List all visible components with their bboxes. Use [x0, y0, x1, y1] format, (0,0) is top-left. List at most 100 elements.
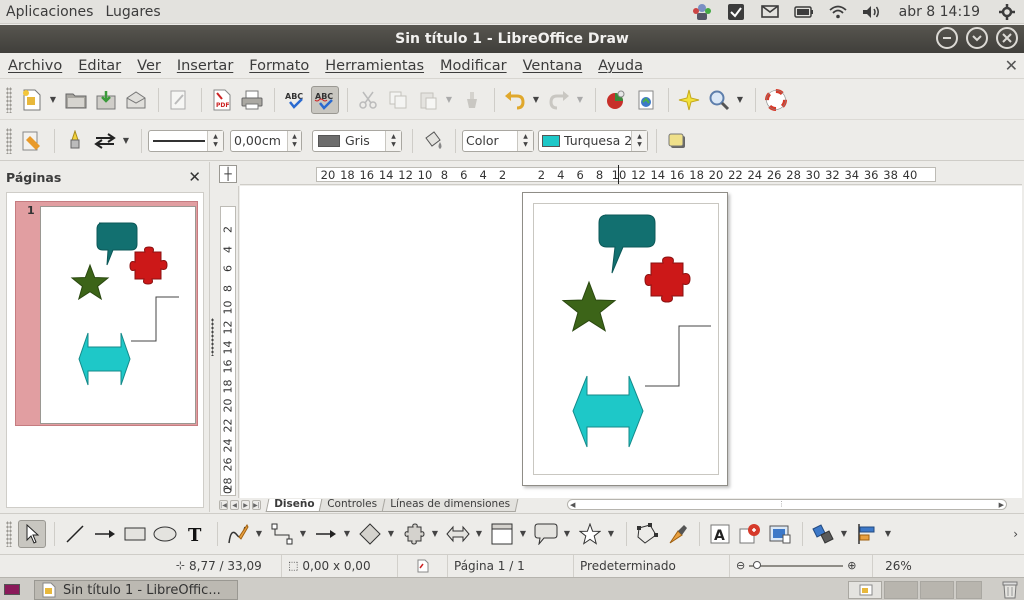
wifi-icon[interactable]: [821, 0, 855, 24]
close-document-icon[interactable]: ✕: [1005, 56, 1018, 75]
double-arrow-shape[interactable]: [572, 375, 644, 448]
puzzle-piece-shape[interactable]: [644, 256, 691, 303]
lines-arrows-tool-icon[interactable]: [312, 520, 340, 548]
open-folder-icon[interactable]: [62, 86, 90, 114]
tab-prev-icon[interactable]: ◀: [230, 500, 239, 510]
arrow-style-icon[interactable]: [91, 127, 119, 155]
tab-last-icon[interactable]: ▶|: [252, 500, 261, 510]
curve-dropdown[interactable]: ▼: [254, 520, 264, 548]
tab-next-icon[interactable]: ▶: [241, 500, 250, 510]
curve-tool-icon[interactable]: [224, 520, 252, 548]
toolbar-overflow-icon[interactable]: ›: [1013, 527, 1018, 541]
line-tool-icon[interactable]: [61, 520, 89, 548]
volume-icon[interactable]: [855, 0, 889, 24]
redo-dropdown[interactable]: ▼: [575, 86, 585, 114]
menu-insertar[interactable]: Insertar: [169, 58, 241, 74]
glue-points-icon[interactable]: [663, 520, 691, 548]
email-icon[interactable]: [122, 86, 150, 114]
help-lifebuoy-icon[interactable]: [762, 86, 790, 114]
connector-tool-icon[interactable]: [268, 520, 296, 548]
copy-icon[interactable]: [384, 86, 412, 114]
symbol-shapes-dropdown[interactable]: ▼: [430, 520, 440, 548]
maximize-button[interactable]: [966, 27, 988, 49]
styles-formatting-icon[interactable]: [18, 127, 46, 155]
tab-first-icon[interactable]: |◀: [219, 500, 228, 510]
redo-icon[interactable]: [545, 86, 573, 114]
star-shape[interactable]: [561, 280, 617, 332]
panel-resize-handle[interactable]: [211, 318, 214, 356]
effects-dropdown[interactable]: ▼: [839, 520, 849, 548]
block-arrows-icon[interactable]: [444, 520, 472, 548]
basic-shapes-dropdown[interactable]: ▼: [386, 520, 396, 548]
clone-formatting-icon[interactable]: [458, 86, 486, 114]
zoom-in-icon[interactable]: ⊕: [847, 559, 856, 572]
callout-shape[interactable]: [598, 214, 656, 274]
menu-ventana[interactable]: Ventana: [515, 58, 591, 74]
page-thumbnail[interactable]: [40, 206, 196, 424]
gallery-star-icon[interactable]: [675, 86, 703, 114]
menu-herramientas[interactable]: Herramientas: [317, 58, 432, 74]
connector-dropdown[interactable]: ▼: [298, 520, 308, 548]
line-width-field[interactable]: 0,00cm ▲ ▼: [230, 129, 302, 152]
align-icon[interactable]: [853, 520, 881, 548]
people-indicator-icon[interactable]: [685, 0, 719, 24]
show-desktop-icon[interactable]: [4, 584, 20, 595]
zoom-value[interactable]: 26%: [872, 554, 924, 577]
zoom-icon[interactable]: [705, 86, 733, 114]
fontwork-icon[interactable]: A: [706, 520, 734, 548]
line-color-combo[interactable]: Gris ▲ ▼: [312, 129, 402, 152]
toolbar-grip[interactable]: [6, 520, 12, 547]
workspace-3[interactable]: [920, 581, 954, 599]
flowchart-dropdown[interactable]: ▼: [518, 520, 528, 548]
auto-spellcheck-icon[interactable]: ABC: [311, 85, 339, 114]
print-icon[interactable]: [238, 86, 266, 114]
horizontal-scrollbar[interactable]: ◀ ⋮ ▶: [567, 499, 1007, 510]
edit-file-icon[interactable]: [165, 86, 193, 114]
menu-archivo[interactable]: Archivo: [0, 58, 70, 74]
insert-image-icon[interactable]: [632, 86, 660, 114]
new-document-dropdown[interactable]: ▼: [48, 86, 58, 114]
zoom-slider[interactable]: ⊖ ⊕: [730, 555, 872, 577]
connector-line[interactable]: [645, 325, 711, 387]
workspace-4[interactable]: [956, 581, 982, 599]
tab-controles[interactable]: Controles: [318, 498, 386, 512]
line-icon[interactable]: [61, 127, 89, 155]
cut-icon[interactable]: [354, 86, 382, 114]
points-edit-icon[interactable]: [633, 520, 661, 548]
paste-icon[interactable]: [414, 86, 442, 114]
document-modified-icon[interactable]: [398, 554, 448, 577]
area-color-combo[interactable]: Turquesa 2 ▲ ▼: [538, 129, 648, 152]
stars-dropdown[interactable]: ▼: [606, 520, 616, 548]
stars-icon[interactable]: [576, 520, 604, 548]
tab-diseno[interactable]: Diseño: [265, 498, 323, 512]
save-icon[interactable]: [92, 86, 120, 114]
gallery-tool-icon[interactable]: [766, 520, 794, 548]
menu-formato[interactable]: Formato: [241, 58, 317, 74]
layout-indicator[interactable]: Predeterminado: [574, 554, 730, 577]
menu-modificar[interactable]: Modificar: [432, 58, 515, 74]
area-fill-icon[interactable]: [419, 127, 447, 155]
menu-ayuda[interactable]: Ayuda: [590, 58, 651, 74]
line-style-combo[interactable]: ▲ ▼: [148, 129, 224, 152]
text-tool-icon[interactable]: T: [181, 520, 209, 548]
drawing-page[interactable]: [522, 192, 728, 486]
minimize-button[interactable]: [936, 27, 958, 49]
places-menu[interactable]: Lugares: [99, 4, 166, 20]
chart-icon[interactable]: [602, 86, 630, 114]
toolbar-grip[interactable]: [6, 127, 12, 154]
zoom-out-icon[interactable]: ⊖: [736, 559, 745, 572]
zoom-slider-thumb[interactable]: [753, 560, 762, 569]
spellcheck-icon[interactable]: ABC: [281, 86, 309, 114]
taskbar-window-item[interactable]: Sin título 1 - LibreOffic...: [34, 580, 238, 600]
page-list[interactable]: 1: [6, 192, 204, 508]
power-gear-icon[interactable]: [990, 0, 1024, 24]
callouts-icon[interactable]: [532, 520, 560, 548]
paste-dropdown[interactable]: ▼: [444, 86, 454, 114]
shadow-icon[interactable]: [663, 127, 691, 155]
effects-icon[interactable]: [809, 520, 837, 548]
applications-menu[interactable]: Aplicaciones: [0, 4, 99, 20]
trash-icon[interactable]: [1002, 580, 1018, 600]
workspace-2[interactable]: [884, 581, 918, 599]
lines-arrows-dropdown[interactable]: ▼: [342, 520, 352, 548]
horizontal-ruler[interactable]: 20 18 16 14 12 10 8 6 4 2 2 4 6 8 10 12 14 16 18 20 22 24 26 28…: [240, 163, 1022, 185]
